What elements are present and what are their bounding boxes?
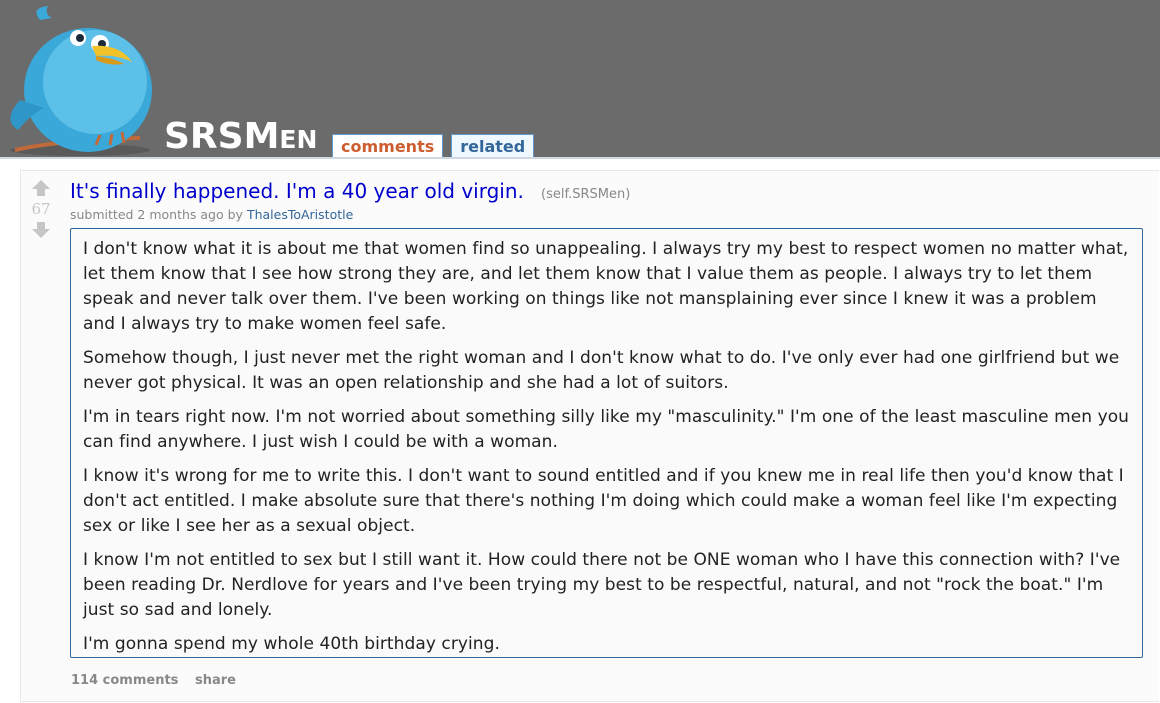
comments-link[interactable]: 114 comments — [71, 673, 178, 688]
tab-related[interactable]: related — [451, 134, 535, 157]
selftext-paragraph: I know it's wrong for me to write this. … — [83, 466, 1124, 536]
selftext-paragraph: I know I'm not entitled to sex but I sti… — [83, 550, 1121, 620]
post-selftext: I don't know what it is about me that wo… — [70, 228, 1143, 658]
post-buttons: 114 comments share — [71, 673, 248, 688]
score: 67 — [31, 200, 51, 218]
blue-bird-mascot-icon[interactable] — [0, 0, 160, 158]
upvote-arrow-icon[interactable] — [30, 178, 52, 198]
post-title-link[interactable]: It's finally happened. I'm a 40 year old… — [70, 179, 524, 203]
subreddit-name[interactable]: SRSMen — [164, 116, 317, 158]
share-button[interactable]: share — [195, 673, 236, 688]
subreddit-header: SRSMen comments related — [0, 0, 1160, 158]
post-title-line: It's finally happened. I'm a 40 year old… — [70, 179, 630, 203]
selftext-paragraph: I'm gonna spend my whole 40th birthday c… — [83, 634, 500, 654]
tab-comments[interactable]: comments — [332, 134, 444, 157]
author-link[interactable]: ThalesToAristotle — [247, 207, 353, 222]
downvote-arrow-icon[interactable] — [30, 220, 52, 240]
selftext-paragraph: Somehow though, I just never met the rig… — [83, 348, 1120, 393]
post-domain[interactable]: (self.SRSMen) — [541, 187, 630, 202]
selftext-paragraph: I'm in tears right now. I'm not worried … — [83, 407, 1130, 452]
post-tagline: submitted 2 months ago by ThalesToAristo… — [70, 207, 353, 222]
vote-column: 67 — [30, 178, 52, 240]
header-divider — [0, 157, 1160, 159]
tab-menu: comments related — [332, 134, 542, 158]
tagline-text: submitted 2 months ago by — [70, 207, 243, 222]
selftext-paragraph: I don't know what it is about me that wo… — [83, 239, 1129, 334]
